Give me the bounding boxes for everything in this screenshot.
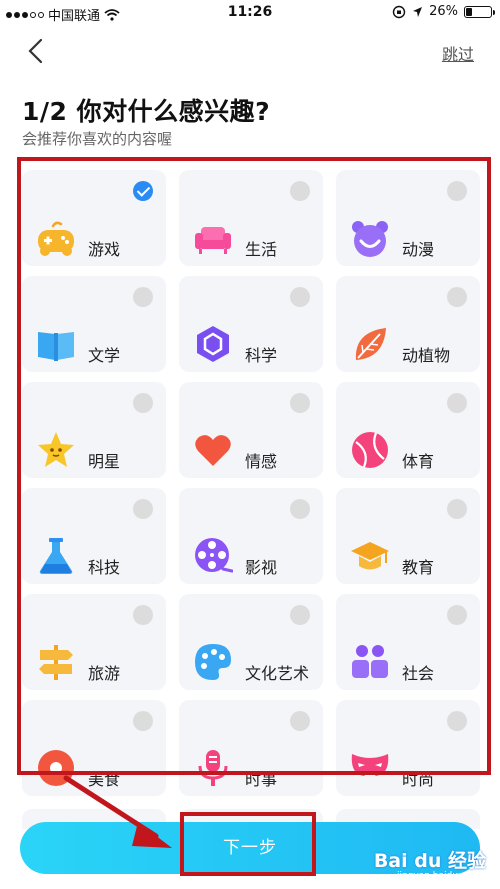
highlight-box-next-button xyxy=(180,812,316,876)
rotation-lock-icon xyxy=(392,5,406,18)
skip-link[interactable]: 跳过 xyxy=(442,41,474,65)
location-icon xyxy=(413,6,423,17)
pointer-arrow-icon xyxy=(63,775,172,848)
page-subtitle: 会推荐你喜欢的内容喔 xyxy=(22,130,173,148)
status-bar: 中国联通 11:26 26% xyxy=(0,0,500,26)
highlight-box-categories xyxy=(17,157,491,775)
status-right: 26% xyxy=(392,4,495,19)
page-title: 1/2 你对什么感兴趣? xyxy=(22,97,271,126)
baidu-watermark: Bai du 经验 xyxy=(373,850,486,872)
battery-icon xyxy=(464,5,495,18)
battery-fill xyxy=(466,7,473,16)
back-arrow-icon[interactable] xyxy=(22,36,52,66)
battery-percent: 26% xyxy=(429,4,458,19)
watermark-url: jingyan.baidu.com xyxy=(396,871,480,881)
